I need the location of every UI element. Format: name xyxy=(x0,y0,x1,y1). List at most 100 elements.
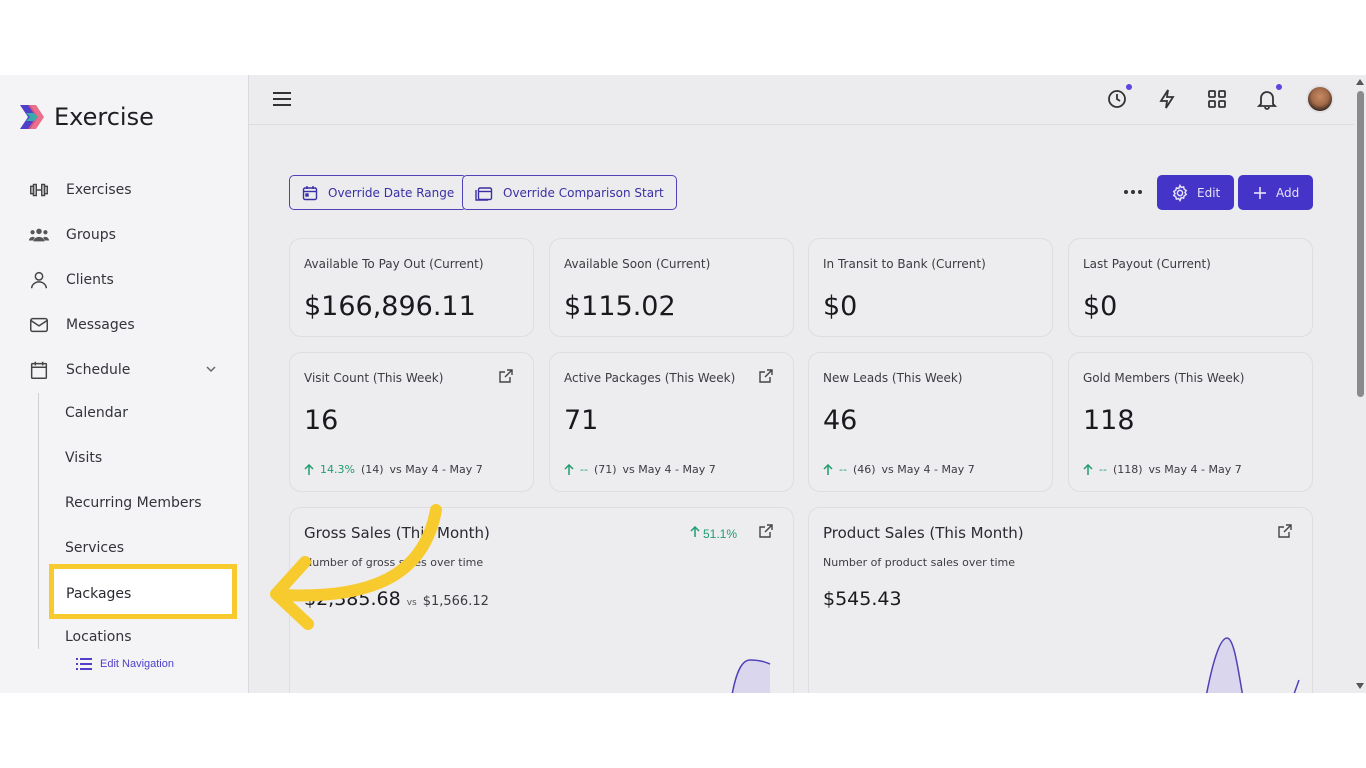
stat-label: Last Payout (Current) xyxy=(1083,257,1211,271)
menu-icon[interactable] xyxy=(273,91,291,107)
button-label: Override Comparison Start xyxy=(503,185,664,200)
sidebar-subitem-recurring-members[interactable]: Recurring Members xyxy=(65,495,202,511)
previous-value: (71) xyxy=(593,463,617,476)
scroll-down-icon[interactable] xyxy=(1356,683,1364,689)
change-percent-value: 51.1% xyxy=(702,527,737,541)
sparkline xyxy=(1206,637,1300,693)
stat-value: 118 xyxy=(1083,405,1135,436)
chevron-down-icon[interactable] xyxy=(204,362,218,376)
sidebar-item-label: Clients xyxy=(66,272,114,288)
comparison-range: vs May 4 - May 7 xyxy=(881,463,975,476)
lightning-icon[interactable] xyxy=(1156,88,1178,110)
override-comparison-start-button[interactable]: Override Comparison Start xyxy=(462,175,677,210)
stat-value: $115.02 xyxy=(564,291,676,322)
logo[interactable]: Exercise xyxy=(18,103,154,131)
change-percent: 14.3% xyxy=(320,463,355,476)
sidebar-item-label: Packages xyxy=(66,586,132,602)
arrow-up-icon xyxy=(1083,463,1093,475)
sidebar: Exercise Exercises Groups Clients Messag… xyxy=(0,75,249,693)
scroll-up-icon[interactable] xyxy=(1356,79,1364,85)
comparison-row: -- (46) vs May 4 - May 7 xyxy=(823,463,975,476)
stat-value: 71 xyxy=(564,405,599,436)
add-button[interactable]: Add xyxy=(1238,175,1314,210)
amount-value: $2,385.68 xyxy=(304,588,401,610)
previous-amount: $1,566.12 xyxy=(422,594,489,609)
arrow-up-icon xyxy=(823,463,833,475)
users-icon xyxy=(28,228,50,242)
scrollbar[interactable] xyxy=(1354,75,1366,693)
sidebar-item-label: Groups xyxy=(66,227,116,243)
card-title: Product Sales (This Month) xyxy=(823,524,1024,542)
notification-dot xyxy=(1126,84,1132,90)
sidebar-item-clients[interactable]: Clients xyxy=(28,269,114,291)
sidebar-subitem-visits[interactable]: Visits xyxy=(65,450,102,466)
stat-value: $0 xyxy=(1083,291,1118,322)
card-subtitle: Number of product sales over time xyxy=(823,556,1015,569)
gross-sales-card[interactable]: Gross Sales (This Month) 51.1% Number of… xyxy=(289,507,794,693)
scrollbar-thumb[interactable] xyxy=(1357,91,1364,397)
edit-navigation-link[interactable]: Edit Navigation xyxy=(76,657,174,671)
arrow-up-icon xyxy=(690,525,700,537)
stat-value: $166,896.11 xyxy=(304,291,476,322)
stat-value: 46 xyxy=(823,405,858,436)
comparison-row: -- (118) vs May 4 - May 7 xyxy=(1083,463,1242,476)
stat-card-visit-count[interactable]: Visit Count (This Week) 16 14.3% (14) vs… xyxy=(289,352,534,492)
clock-icon[interactable] xyxy=(1106,84,1132,110)
stat-label: Gold Members (This Week) xyxy=(1083,371,1245,385)
stat-card-available-soon[interactable]: Available Soon (Current) $115.02 xyxy=(549,238,794,337)
bell-icon[interactable] xyxy=(1256,84,1282,110)
external-link-icon[interactable] xyxy=(759,524,773,538)
avatar[interactable] xyxy=(1306,85,1334,113)
user-icon xyxy=(30,271,48,289)
calendar-compare-icon xyxy=(475,186,493,201)
change-percent: 51.1% xyxy=(690,525,737,541)
stat-card-in-transit[interactable]: In Transit to Bank (Current) $0 xyxy=(808,238,1053,337)
edit-navigation-label: Edit Navigation xyxy=(100,658,174,670)
sidebar-subitem-calendar[interactable]: Calendar xyxy=(65,405,128,421)
sidebar-item-groups[interactable]: Groups xyxy=(28,224,116,246)
stat-card-last-payout[interactable]: Last Payout (Current) $0 xyxy=(1068,238,1313,337)
sidebar-subitem-services[interactable]: Services xyxy=(65,540,124,556)
top-bar xyxy=(249,75,1354,125)
external-link-icon[interactable] xyxy=(1278,524,1292,538)
sidebar-item-label: Exercises xyxy=(66,182,132,198)
sidebar-subitem-packages[interactable]: Packages xyxy=(49,564,237,619)
stat-card-available-to-pay-out[interactable]: Available To Pay Out (Current) $166,896.… xyxy=(289,238,534,337)
sidebar-item-label: Messages xyxy=(66,317,135,333)
amount-value: $545.43 xyxy=(823,588,902,610)
comparison-range: vs May 4 - May 7 xyxy=(1148,463,1242,476)
change-percent: -- xyxy=(1099,463,1107,476)
calendar-icon xyxy=(302,185,318,200)
app-window: Exercise Exercises Groups Clients Messag… xyxy=(0,75,1366,693)
stat-label: Active Packages (This Week) xyxy=(564,371,736,385)
product-sales-card[interactable]: Product Sales (This Month) Number of pro… xyxy=(808,507,1313,693)
override-date-range-button[interactable]: Override Date Range xyxy=(289,175,468,210)
external-link-icon[interactable] xyxy=(759,369,773,383)
external-link-icon[interactable] xyxy=(499,369,513,383)
button-label: Edit xyxy=(1197,185,1221,200)
edit-button[interactable]: Edit xyxy=(1157,175,1235,210)
stat-label: New Leads (This Week) xyxy=(823,371,963,385)
stat-label: Available To Pay Out (Current) xyxy=(304,257,484,271)
sidebar-item-messages[interactable]: Messages xyxy=(28,314,135,336)
previous-value: (14) xyxy=(360,463,384,476)
app-name: Exercise xyxy=(54,103,154,131)
sidebar-subitem-locations[interactable]: Locations xyxy=(65,629,132,645)
previous-value: (118) xyxy=(1112,463,1143,476)
card-title: Gross Sales (This Month) xyxy=(304,524,490,542)
stat-card-new-leads[interactable]: New Leads (This Week) 46 -- (46) vs May … xyxy=(808,352,1053,492)
stat-value: $0 xyxy=(823,291,858,322)
comparison-row: 14.3% (14) vs May 4 - May 7 xyxy=(304,463,483,476)
logo-icon xyxy=(20,105,44,129)
stat-card-active-packages[interactable]: Active Packages (This Week) 71 -- (71) v… xyxy=(549,352,794,492)
sidebar-item-schedule[interactable]: Schedule xyxy=(28,359,130,381)
card-subtitle: Number of gross sales over time xyxy=(304,556,484,569)
arrow-up-icon xyxy=(564,463,574,475)
sidebar-item-label: Schedule xyxy=(66,362,131,378)
button-label: Override Date Range xyxy=(328,185,455,200)
sidebar-item-exercises[interactable]: Exercises xyxy=(28,179,132,201)
apps-grid-icon[interactable] xyxy=(1206,88,1228,110)
sparkline xyxy=(731,659,771,693)
stat-card-gold-members[interactable]: Gold Members (This Week) 118 -- (118) vs… xyxy=(1068,352,1313,492)
more-options-icon[interactable] xyxy=(1124,190,1142,194)
